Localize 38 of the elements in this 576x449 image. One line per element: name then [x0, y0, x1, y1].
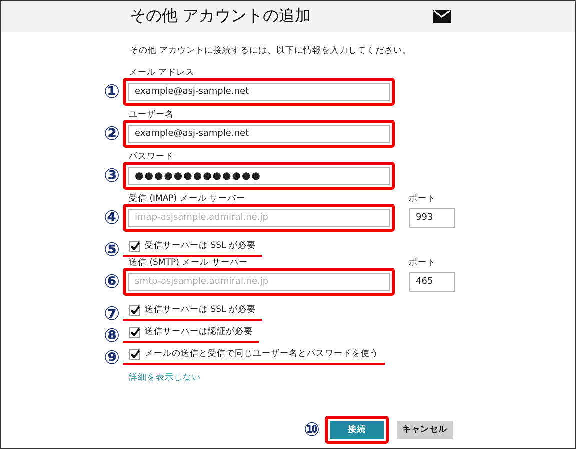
annotation-number: ⑤ [102, 241, 122, 260]
checkbox[interactable] [129, 304, 140, 316]
window-title: その他 アカウントの追加 [130, 6, 312, 27]
input-field[interactable]: smtp-asjsample.admiral.ne.jp [128, 273, 390, 291]
port-field[interactable]: 465 [409, 272, 455, 292]
annotation-number: ④ [104, 208, 120, 228]
annotation-number: ⑧ [102, 327, 122, 346]
instruction-text: その他 アカウントに接続するには、以下に情報を入力してください。 [130, 45, 413, 57]
field-label: 受信 (IMAP) メール サーバー [128, 193, 247, 204]
checkbox-option[interactable]: メールの送信と受信で同じユーザー名とパスワードを使う [123, 348, 379, 360]
hide-details-link[interactable]: 詳細を表示しない [129, 373, 201, 383]
field-label: 送信 (SMTP) メール サーバー [128, 257, 249, 268]
annotation-number: ⑥ [104, 272, 120, 292]
checkbox[interactable] [129, 326, 140, 338]
annotation-number: ⑨ [102, 349, 122, 368]
checkbox[interactable] [129, 348, 140, 360]
port-label: ポート [409, 257, 437, 268]
input-field[interactable]: example@asj-sample.net [128, 125, 390, 143]
input-field[interactable]: example@asj-sample.net [128, 83, 390, 101]
field-label: パスワード [128, 151, 175, 162]
checkbox-option[interactable]: 送信サーバーは SSL が必要 [123, 304, 256, 316]
mail-icon [433, 10, 451, 23]
checkbox[interactable] [129, 240, 140, 252]
connect-button[interactable]: 接続 [330, 421, 384, 439]
checkbox-option[interactable]: 受信サーバーは SSL が必要 [123, 240, 256, 252]
input-field[interactable]: imap-asjsample.admiral.ne.jp [128, 209, 390, 227]
annotation-number: ② [104, 124, 120, 144]
annotation-number: ① [104, 82, 120, 102]
field-label: メール アドレス [128, 67, 196, 78]
annotation-number: ⑦ [102, 305, 122, 324]
checkbox-option[interactable]: 送信サーバーは認証が必要 [123, 326, 253, 338]
cancel-button[interactable]: キャンセル [397, 421, 454, 439]
annotation-number: ③ [104, 166, 120, 186]
annotation-number: ⑩ [304, 420, 320, 440]
field-label: ユーザー名 [128, 109, 175, 120]
port-label: ポート [409, 193, 437, 204]
password-field[interactable]: ●●●●●●●●●●●●● [128, 167, 390, 185]
port-field[interactable]: 993 [409, 208, 455, 228]
